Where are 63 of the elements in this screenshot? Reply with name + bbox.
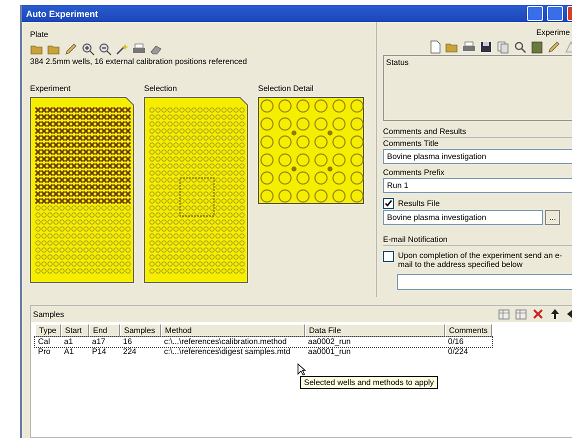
table-cell-text: A1 (63, 347, 75, 357)
table-cell-text: 224 (122, 347, 138, 357)
samples-label: Samples (33, 310, 66, 318)
comments-prefix-field[interactable]: Run 1 (383, 178, 572, 193)
tooltip: Selected wells and methods to apply (300, 376, 438, 389)
checkbox[interactable] (383, 198, 394, 209)
plate-drawing[interactable] (144, 97, 248, 283)
results-file-field[interactable]: Bovine plasma investigation (383, 210, 544, 225)
maximize-button[interactable] (547, 6, 563, 21)
table-cell-text: 16 (122, 337, 133, 347)
table-icon[interactable] (497, 307, 511, 321)
panel-label: Experime (536, 28, 570, 37)
printer-icon[interactable] (462, 40, 476, 54)
wand-icon[interactable] (115, 42, 129, 56)
pencil-icon[interactable] (64, 42, 78, 56)
minimize-button[interactable] (527, 6, 543, 21)
column-header[interactable]: Comments (445, 324, 492, 337)
delete-icon[interactable] (531, 307, 545, 321)
section-heading: E-mail Notification (383, 235, 572, 246)
column-header[interactable]: Start (61, 324, 89, 337)
table-cell-text: c:\...\references\digest samples.mtd (163, 347, 292, 357)
printer-icon[interactable] (132, 42, 146, 56)
column-header[interactable]: Method (161, 324, 305, 337)
window-title: Auto Experiment (26, 8, 100, 18)
table-cell-text: aa0001_run (307, 347, 352, 357)
view-label: Selection Detail (258, 84, 315, 93)
table-cell-text: c:\...\references\calibration.method (163, 337, 288, 347)
view-label: Experiment (30, 84, 72, 93)
section-heading: Comments and Results (383, 127, 572, 138)
column-header[interactable]: Samples (120, 324, 161, 337)
up-arrow-icon[interactable] (548, 307, 562, 321)
grid-icon[interactable] (514, 307, 528, 321)
field-label: Comments Title (383, 139, 440, 148)
comments-title-field[interactable]: Bovine plasma investigation (383, 149, 572, 164)
column-header[interactable]: Data File (305, 324, 445, 337)
save-icon[interactable] (479, 40, 493, 54)
view-label: Selection (144, 84, 178, 93)
table-cell-text: Cal (37, 337, 52, 347)
column-header[interactable]: End (89, 324, 120, 337)
table-cell-text: a17 (91, 337, 106, 347)
search-icon[interactable] (513, 40, 527, 54)
table-cell-text: aa0002_run (307, 337, 352, 347)
status-label: Status (386, 58, 409, 67)
cursor-icon (297, 363, 306, 376)
table-cell-text: a1 (63, 337, 74, 347)
close-button[interactable] (567, 6, 572, 21)
plate-detail-drawing[interactable] (258, 97, 364, 204)
zoom-out-icon[interactable] (98, 42, 112, 56)
plate-description: 384 2.5mm wells, 16 external calibration positions referenced (30, 57, 248, 66)
plate-drawing[interactable] (30, 97, 134, 283)
checkbox-label: Results File (398, 199, 440, 208)
zoom-in-icon[interactable] (81, 42, 95, 56)
plate-label: Plate (30, 30, 48, 39)
table-cell-text: 0/224 (447, 347, 470, 357)
email-field[interactable] (397, 274, 572, 290)
browse-button[interactable]: ... (545, 210, 560, 225)
checkbox-label: Upon completion of the experiment send an e-mail to the address specified below (398, 251, 564, 269)
table-cell-text: Pro (37, 347, 52, 357)
table-cell-text: 0/16 (447, 337, 465, 347)
column-header[interactable]: Type (35, 324, 61, 337)
checkbox[interactable] (383, 251, 394, 262)
field-label: Comments Prefix (383, 168, 446, 177)
table-cell-text: P14 (91, 347, 108, 357)
